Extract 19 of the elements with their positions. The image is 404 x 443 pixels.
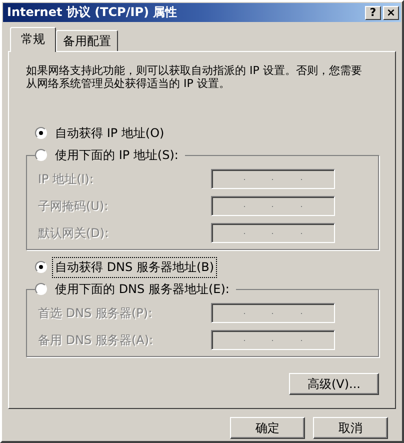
ip-address-field[interactable] [211,223,335,243]
field-label: 首选 DNS 服务器(P): [38,304,152,322]
ok-button[interactable]: 确定 [230,417,305,439]
ip-address-field[interactable] [211,169,335,189]
tab[interactable]: 常规 [10,27,56,52]
field-label: 子网掩码(U): [38,198,108,214]
cancel-button[interactable]: 取消 [313,417,388,439]
ip-address-field[interactable] [211,196,335,216]
close-button[interactable]: × [383,6,399,20]
tab[interactable]: 备用配置 [56,30,118,51]
advanced-button[interactable]: 高级(V)... [289,373,379,395]
ip-address-field[interactable] [211,303,335,323]
help-button[interactable]: ? [365,6,381,20]
window-title: Internet 协议 (TCP/IP) 属性 [7,4,178,21]
field-label: IP 地址(I): [38,170,94,188]
field-label: 备用 DNS 服务器(A): [38,332,154,348]
description-text: 如果网络支持此功能，则可以获取自动指派的 IP 设置。否则，您需要从网络系统管理员处获得适当的 IP 设置。 [26,64,363,90]
ip-address-field[interactable] [211,330,335,350]
field-label: 默认网关(D): [38,224,109,242]
